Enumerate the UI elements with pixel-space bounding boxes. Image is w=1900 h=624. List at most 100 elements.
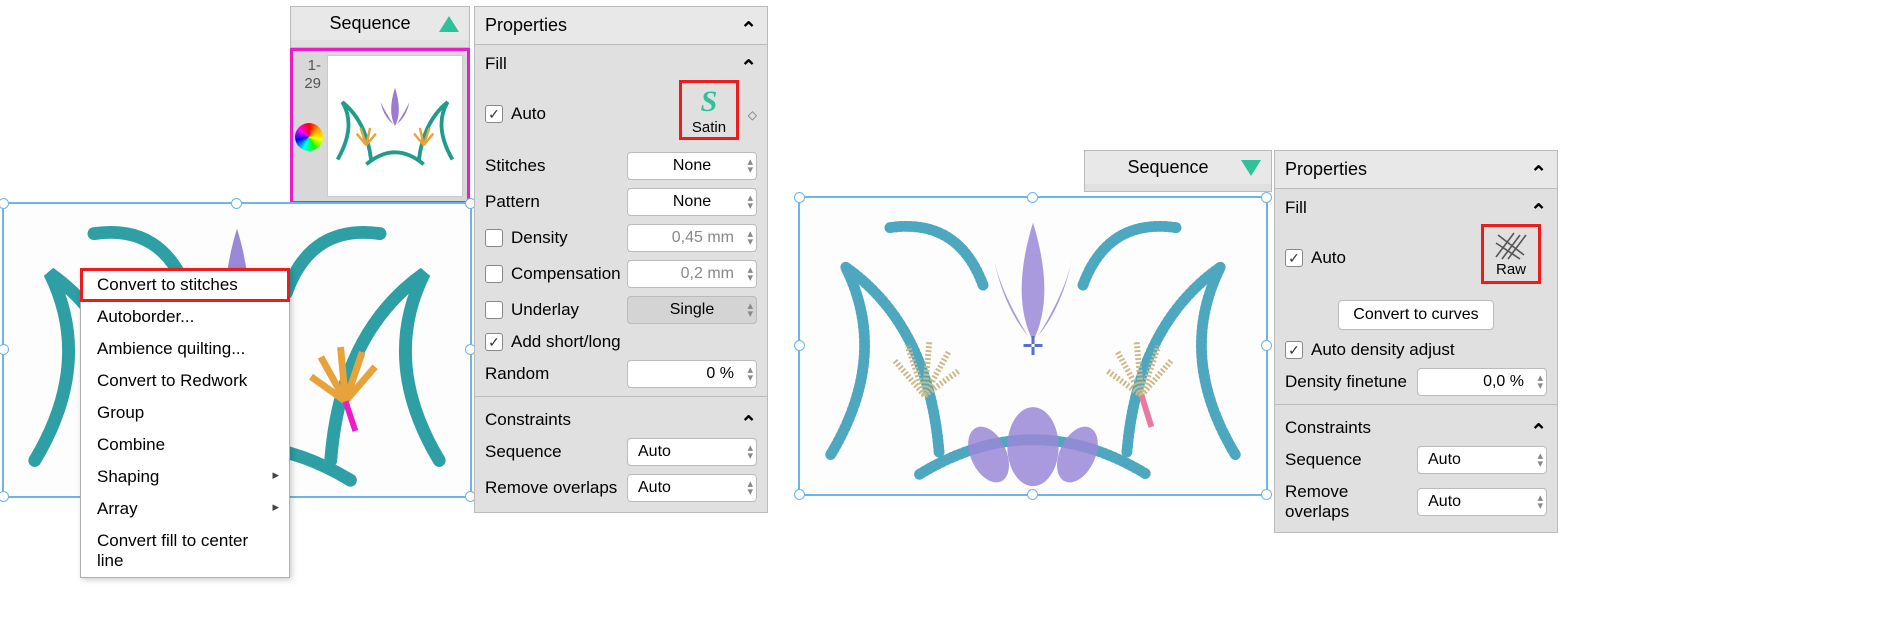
fill-title: Fill <box>1285 198 1307 218</box>
chevron-up-icon[interactable] <box>740 407 757 432</box>
convert-to-curves-button[interactable]: Convert to curves <box>1338 300 1493 330</box>
collapse-up-icon[interactable] <box>439 16 459 32</box>
constraints-title: Constraints <box>1285 418 1371 438</box>
overlaps-label: Remove overlaps <box>1285 482 1417 522</box>
random-input[interactable]: 0 %▴▾ <box>627 360 757 388</box>
fill-type-selector[interactable]: Raw <box>1481 224 1541 284</box>
menu-convert-redwork[interactable]: Convert to Redwork <box>81 365 289 397</box>
fill-section-header[interactable]: Fill <box>475 45 767 78</box>
properties-panel-left: Properties Fill Auto S Satin ◇ Stitches … <box>474 6 768 513</box>
compensation-label: Compensation <box>511 264 621 284</box>
auto-label: Auto <box>1311 248 1346 268</box>
overlaps-select[interactable]: Auto▴▾ <box>627 474 757 502</box>
selection-handle[interactable] <box>794 489 805 500</box>
menu-array[interactable]: Array <box>81 493 289 525</box>
density-finetune-label: Density finetune <box>1285 372 1407 392</box>
spinner-icon[interactable]: ◇ <box>748 108 757 122</box>
auto-density-label: Auto density adjust <box>1311 340 1455 360</box>
compensation-input[interactable]: 0,2 mm▴▾ <box>627 260 757 288</box>
properties-title: Properties <box>485 15 567 36</box>
underlay-select[interactable]: Single▴▾ <box>627 296 757 324</box>
selection-handle[interactable] <box>1027 489 1038 500</box>
sequence-panel-header-left[interactable]: Sequence <box>290 6 470 48</box>
sequence-select[interactable]: Auto▴▾ <box>1417 446 1547 474</box>
overlaps-label: Remove overlaps <box>485 478 617 498</box>
overlaps-select[interactable]: Auto▴▾ <box>1417 488 1547 516</box>
center-cross-icon: ✛ <box>1021 334 1045 358</box>
auto-checkbox[interactable] <box>485 105 503 123</box>
chevron-up-icon[interactable] <box>740 51 757 76</box>
auto-density-checkbox[interactable] <box>1285 341 1303 359</box>
constraints-section-header[interactable]: Constraints <box>1275 409 1557 442</box>
chevron-up-icon[interactable] <box>740 13 757 38</box>
selection-handle[interactable] <box>1261 489 1272 500</box>
density-input[interactable]: 0,45 mm▴▾ <box>627 224 757 252</box>
menu-shaping[interactable]: Shaping <box>81 461 289 493</box>
fill-type-selector[interactable]: S Satin <box>679 80 739 140</box>
chevron-up-icon[interactable] <box>1530 415 1547 440</box>
stitches-row: Stitches None▴▾ <box>475 148 767 184</box>
raw-icon <box>1494 231 1528 261</box>
pattern-row: Pattern None▴▾ <box>475 184 767 220</box>
selection-handle[interactable] <box>1261 192 1272 203</box>
sequence-select[interactable]: Auto▴▾ <box>627 438 757 466</box>
sequence-label: Sequence <box>485 442 562 462</box>
color-wheel-icon[interactable] <box>295 123 323 151</box>
density-label: Density <box>511 228 568 248</box>
pattern-label: Pattern <box>485 192 540 212</box>
underlay-checkbox[interactable] <box>485 301 503 319</box>
properties-title: Properties <box>1285 159 1367 180</box>
selection-handle[interactable] <box>1027 192 1038 203</box>
density-row: Density 0,45 mm▴▾ <box>475 220 767 256</box>
sequence-panel-header-right[interactable]: Sequence <box>1084 150 1272 192</box>
design-canvas-right[interactable]: ✛ <box>798 196 1268 496</box>
underlay-row: Underlay Single▴▾ <box>475 292 767 328</box>
selection-handle[interactable] <box>0 491 9 502</box>
thumbnail-image <box>327 55 463 197</box>
density-checkbox[interactable] <box>485 229 503 247</box>
overlaps-row: Remove overlaps Auto▴▾ <box>475 470 767 512</box>
sequence-title: Sequence <box>301 13 439 34</box>
selection-handle[interactable] <box>794 340 805 351</box>
properties-panel-right: Properties Fill Auto Raw Convert to curv… <box>1274 150 1558 533</box>
auto-checkbox[interactable] <box>1285 249 1303 267</box>
shortlong-label: Add short/long <box>511 332 621 352</box>
random-row: Random 0 %▴▾ <box>475 356 767 392</box>
sequence-label: Sequence <box>1285 450 1362 470</box>
auto-label: Auto <box>511 104 546 124</box>
context-menu: Convert to stitches Autoborder... Ambien… <box>80 268 290 578</box>
chevron-up-icon[interactable] <box>1530 157 1547 182</box>
compensation-checkbox[interactable] <box>485 265 503 283</box>
chevron-up-icon[interactable] <box>1530 195 1547 220</box>
properties-header[interactable]: Properties <box>475 7 767 45</box>
range-end: 29 <box>299 75 321 92</box>
sequence-thumbnail[interactable]: 1- 29 <box>290 48 470 204</box>
fill-title: Fill <box>485 54 507 74</box>
selection-handle[interactable] <box>794 192 805 203</box>
menu-convert-fill-centerline[interactable]: Convert fill to center line <box>81 525 289 577</box>
menu-ambience-quilting[interactable]: Ambience quilting... <box>81 333 289 365</box>
selection-handle[interactable] <box>1261 340 1272 351</box>
underlay-label: Underlay <box>511 300 579 320</box>
menu-group[interactable]: Group <box>81 397 289 429</box>
pattern-select[interactable]: None▴▾ <box>627 188 757 216</box>
shortlong-checkbox[interactable] <box>485 333 503 351</box>
range-start: 1- <box>299 57 321 74</box>
stitches-label: Stitches <box>485 156 545 176</box>
collapse-down-icon[interactable] <box>1241 160 1261 176</box>
menu-autoborder[interactable]: Autoborder... <box>81 301 289 333</box>
fill-type-label: Raw <box>1496 261 1526 278</box>
selection-handle[interactable] <box>231 198 242 209</box>
constraints-section-header[interactable]: Constraints <box>475 401 767 434</box>
stitches-select[interactable]: None▴▾ <box>627 152 757 180</box>
density-finetune-input[interactable]: 0,0 %▴▾ <box>1417 368 1547 396</box>
menu-convert-to-stitches[interactable]: Convert to stitches <box>81 269 289 301</box>
fill-type-label: Satin <box>692 119 726 136</box>
fill-section-header[interactable]: Fill <box>1275 189 1557 222</box>
sequence-row: Sequence Auto▴▾ <box>475 434 767 470</box>
properties-header[interactable]: Properties <box>1275 151 1557 189</box>
constraints-title: Constraints <box>485 410 571 430</box>
menu-combine[interactable]: Combine <box>81 429 289 461</box>
compensation-row: Compensation 0,2 mm▴▾ <box>475 256 767 292</box>
shortlong-row: Add short/long <box>475 328 767 356</box>
